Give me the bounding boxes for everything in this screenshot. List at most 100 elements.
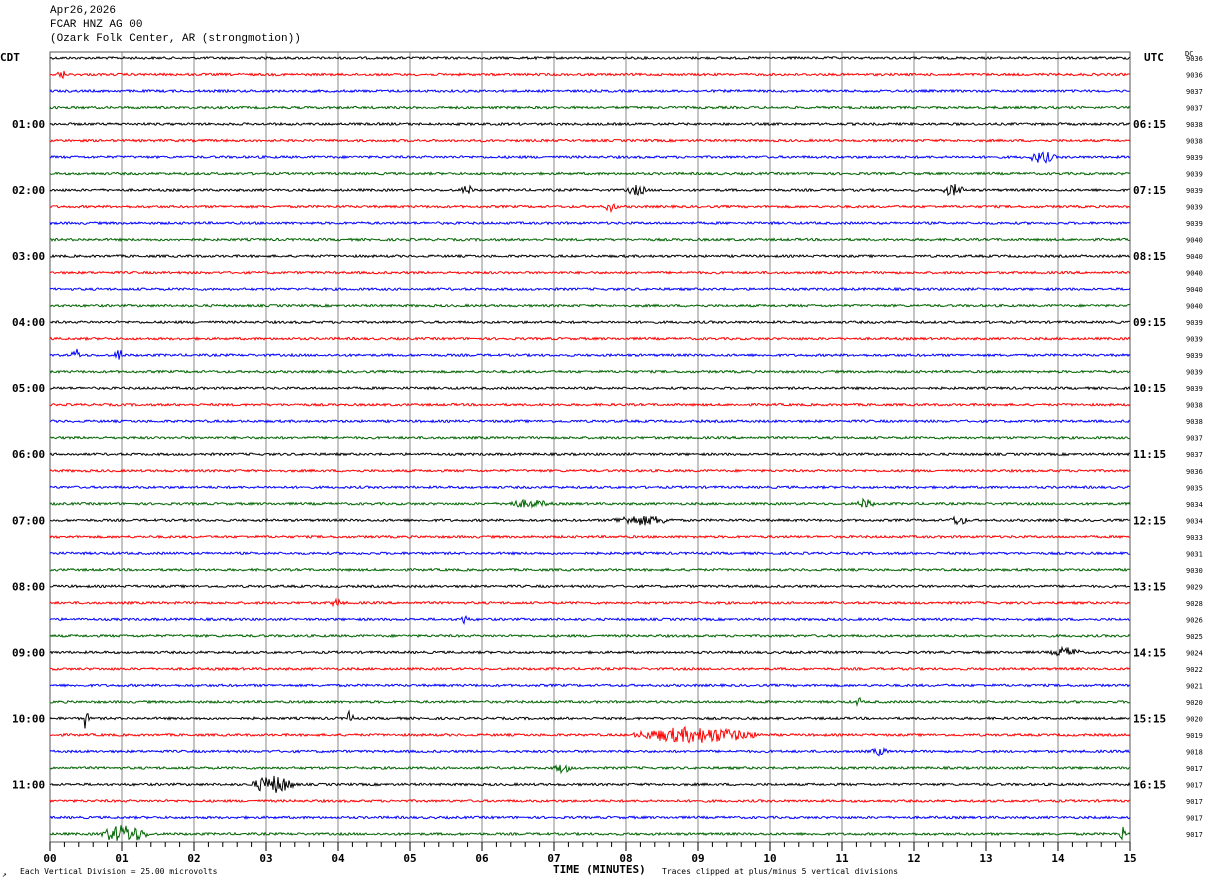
dc-offset-label: 9039 bbox=[1186, 319, 1203, 327]
left-hour-label: 06:00 bbox=[12, 448, 45, 461]
trace-line bbox=[49, 121, 1131, 127]
trace-line bbox=[49, 237, 1131, 243]
trace-line bbox=[49, 815, 1131, 820]
dc-offset-label: 9034 bbox=[1186, 501, 1203, 509]
left-hour-label: 03:00 bbox=[12, 250, 45, 263]
trace-line bbox=[49, 402, 1131, 408]
trace-line bbox=[49, 633, 1131, 639]
trace-line bbox=[49, 645, 1131, 657]
x-tick-label: 12 bbox=[907, 852, 920, 865]
dc-header: DC bbox=[1185, 50, 1193, 58]
dc-offset-label: 9039 bbox=[1186, 369, 1203, 377]
trace-line bbox=[49, 666, 1131, 672]
left-hour-label: 04:00 bbox=[12, 316, 45, 329]
dc-offset-label: 9017 bbox=[1186, 798, 1203, 806]
trace-line bbox=[49, 319, 1131, 325]
trace-line bbox=[49, 220, 1131, 226]
dc-offset-label: 9040 bbox=[1186, 303, 1203, 311]
trace-line bbox=[49, 709, 1131, 729]
dc-offset-label: 9036 bbox=[1186, 468, 1203, 476]
right-timezone-label: UTC bbox=[1144, 51, 1164, 64]
dc-offset-label: 9031 bbox=[1186, 550, 1203, 558]
x-tick-label: 03 bbox=[259, 852, 272, 865]
dc-offset-label: 9028 bbox=[1186, 600, 1203, 608]
x-tick-label: 05 bbox=[403, 852, 416, 865]
dc-offset-label: 9020 bbox=[1186, 699, 1203, 707]
corner-mark: ↗ bbox=[2, 870, 7, 879]
dc-offset-label: 9039 bbox=[1186, 171, 1203, 179]
trace-line bbox=[49, 348, 1131, 360]
trace-line bbox=[49, 764, 1131, 775]
trace-line bbox=[49, 55, 1131, 61]
dc-offset-label: 9039 bbox=[1186, 352, 1203, 360]
trace-line bbox=[49, 683, 1131, 688]
left-hour-label: 05:00 bbox=[12, 382, 45, 395]
dc-offset-label: 9017 bbox=[1186, 814, 1203, 822]
right-hour-label: 08:15 bbox=[1133, 250, 1166, 263]
trace-line bbox=[49, 775, 1131, 793]
dc-offset-label: 9018 bbox=[1186, 748, 1203, 756]
seismogram-plot: 00 01 02 03 04 05 06 07 08 09 10 11 12 13 14 1501:0002:… bbox=[0, 50, 1203, 879]
x-tick-label: 10 bbox=[763, 852, 776, 865]
trace-line bbox=[49, 253, 1131, 259]
trace-line bbox=[49, 184, 1130, 197]
x-tick-label: 13 bbox=[979, 852, 992, 865]
dc-offset-label: 9024 bbox=[1186, 649, 1203, 657]
left-timezone-label: CDT bbox=[0, 51, 20, 64]
left-hour-label: 10:00 bbox=[12, 712, 45, 725]
right-hour-label: 09:15 bbox=[1133, 316, 1166, 329]
trace-line bbox=[49, 484, 1131, 490]
dc-offset-label: 9019 bbox=[1186, 732, 1203, 740]
trace-line bbox=[49, 725, 1131, 744]
x-tick-label: 00 bbox=[43, 852, 56, 865]
right-hour-label: 15:15 bbox=[1133, 712, 1166, 725]
right-hour-label: 13:15 bbox=[1133, 580, 1166, 593]
dc-offset-label: 9017 bbox=[1186, 781, 1203, 789]
dc-offset-label: 9030 bbox=[1186, 567, 1203, 575]
right-hour-label: 07:15 bbox=[1133, 184, 1166, 197]
dc-offset-label: 9017 bbox=[1186, 831, 1203, 839]
trace-line bbox=[49, 203, 1131, 214]
dc-offset-label: 9033 bbox=[1186, 534, 1203, 542]
trace-line bbox=[49, 597, 1131, 608]
right-hour-label: 16:15 bbox=[1133, 778, 1166, 791]
right-hour-label: 06:15 bbox=[1133, 118, 1166, 131]
dc-offset-label: 9039 bbox=[1186, 187, 1203, 195]
dc-offset-label: 9039 bbox=[1186, 220, 1203, 228]
x-tick-label: 02 bbox=[187, 852, 200, 865]
trace-line bbox=[49, 70, 1131, 80]
dc-offset-label: 9038 bbox=[1186, 402, 1203, 410]
left-hour-label: 11:00 bbox=[12, 778, 45, 791]
trace-line bbox=[49, 614, 1131, 626]
left-hour-label: 08:00 bbox=[12, 580, 45, 593]
trace-line bbox=[49, 515, 1131, 526]
scale-note: Each Vertical Division = 25.00 microvolt… bbox=[20, 867, 218, 876]
dc-offset-label: 9025 bbox=[1186, 633, 1203, 641]
dc-offset-label: 9040 bbox=[1186, 253, 1203, 261]
left-hour-label: 09:00 bbox=[12, 646, 45, 659]
trace-line bbox=[49, 151, 1131, 164]
dc-offset-label: 9034 bbox=[1186, 517, 1203, 525]
trace-line bbox=[49, 497, 1131, 509]
left-hour-label: 02:00 bbox=[12, 184, 45, 197]
right-hour-label: 12:15 bbox=[1133, 514, 1166, 527]
x-tick-label: 06 bbox=[475, 852, 489, 865]
dc-offset-label: 9035 bbox=[1186, 484, 1203, 492]
x-tick-label: 14 bbox=[1051, 852, 1065, 865]
dc-offset-label: 9040 bbox=[1186, 270, 1203, 278]
dc-offset-label: 9029 bbox=[1186, 583, 1203, 591]
trace-line bbox=[49, 550, 1130, 556]
plot-frame bbox=[49, 51, 1131, 843]
trace-line bbox=[49, 171, 1131, 177]
x-tick-label: 11 bbox=[835, 852, 849, 865]
trace-line bbox=[49, 534, 1131, 540]
trace-line bbox=[49, 435, 1131, 441]
trace-line bbox=[49, 270, 1131, 276]
trace-line bbox=[49, 88, 1131, 94]
right-hour-label: 11:15 bbox=[1133, 448, 1166, 461]
dc-offset-label: 9017 bbox=[1186, 765, 1203, 773]
dc-offset-label: 9037 bbox=[1186, 88, 1203, 96]
left-hour-label: 01:00 bbox=[12, 118, 45, 131]
trace-line bbox=[49, 138, 1131, 143]
dc-offset-label: 9022 bbox=[1186, 666, 1203, 674]
